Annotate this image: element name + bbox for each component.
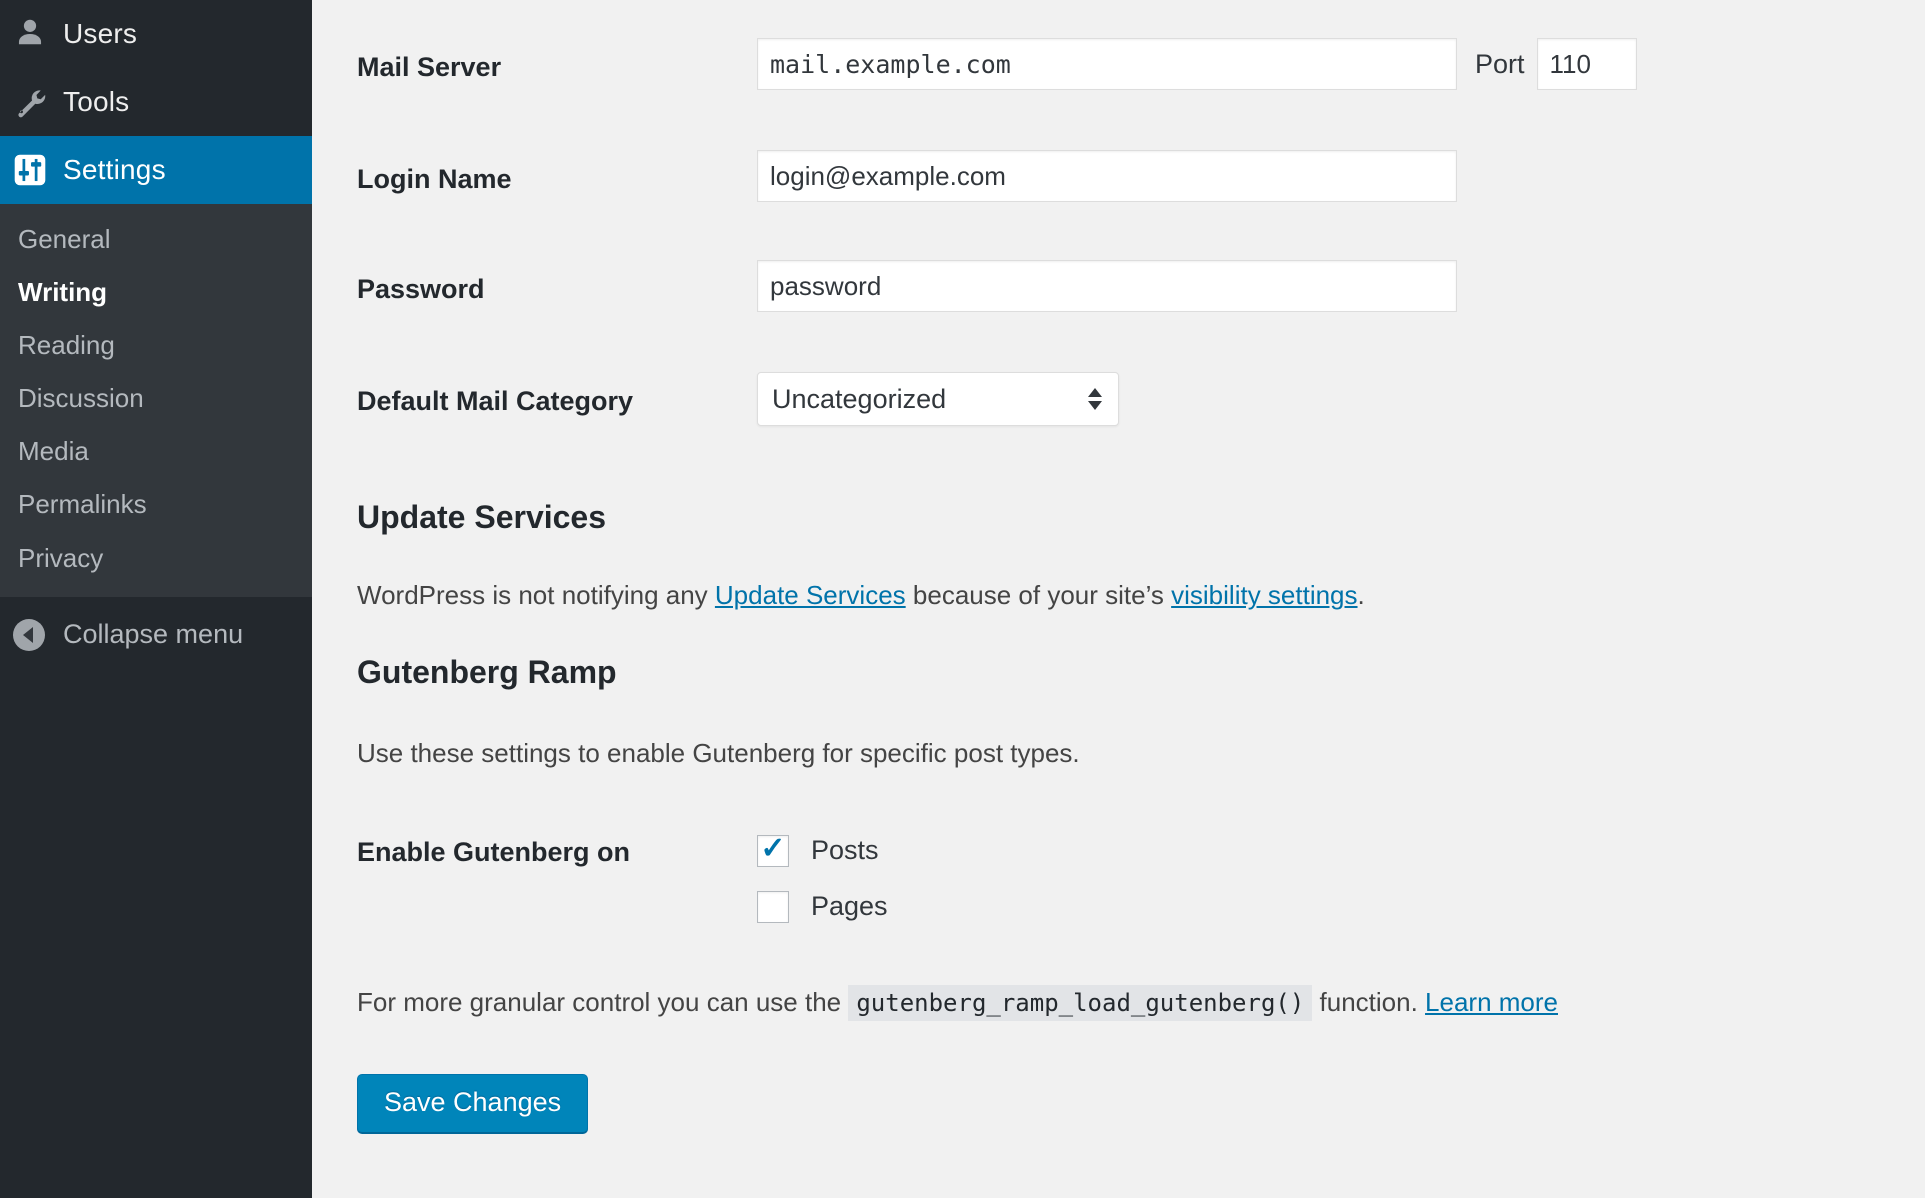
- us-text-middle: because of your site’s: [906, 580, 1171, 610]
- checkbox-posts-label[interactable]: Posts: [811, 835, 879, 866]
- sidebar-item-users[interactable]: Users: [0, 0, 312, 68]
- sidebar-item-media[interactable]: Media: [0, 425, 312, 478]
- default-mail-category-label: Default Mail Category: [357, 372, 757, 417]
- collapse-menu-button[interactable]: Collapse menu: [0, 597, 312, 673]
- sidebar-item-writing[interactable]: Writing: [0, 266, 312, 319]
- granular-control-text: For more granular control you can use th…: [357, 983, 1925, 1022]
- gutenberg-ramp-description: Use these settings to enable Gutenberg f…: [357, 734, 1925, 773]
- save-changes-button[interactable]: Save Changes: [357, 1074, 588, 1133]
- sidebar-item-settings-label: Settings: [63, 154, 166, 186]
- row-default-mail-category: Default Mail Category Uncategorized: [357, 372, 1925, 426]
- row-enable-gutenberg: Enable Gutenberg on ✓ Posts ✓ Pages: [357, 835, 1925, 947]
- checkbox-row-pages: ✓ Pages: [757, 891, 888, 923]
- sidebar-item-users-label: Users: [63, 18, 137, 50]
- sidebar-item-discussion[interactable]: Discussion: [0, 372, 312, 425]
- password-input[interactable]: [757, 260, 1457, 312]
- sidebar-top-menu: Users Tools: [0, 0, 312, 204]
- admin-sidebar: Users Tools: [0, 0, 312, 1198]
- wrench-icon: [13, 85, 63, 119]
- user-icon: [13, 17, 63, 51]
- login-name-label: Login Name: [357, 150, 757, 195]
- settings-submenu: General Writing Reading Discussion Media…: [0, 204, 312, 597]
- settings-writing-content: Mail Server Port Login Name Password Def…: [312, 0, 1925, 1198]
- update-services-link[interactable]: Update Services: [715, 580, 906, 610]
- gutenberg-ramp-function-code: gutenberg_ramp_load_gutenberg(): [848, 985, 1312, 1021]
- check-mark-icon: ✓: [760, 834, 785, 864]
- select-updown-arrows-icon: [1088, 388, 1102, 410]
- us-text-after: .: [1358, 580, 1365, 610]
- sidebar-item-reading[interactable]: Reading: [0, 319, 312, 372]
- sidebar-item-settings[interactable]: Settings: [0, 136, 312, 204]
- checkbox-pages-label[interactable]: Pages: [811, 891, 888, 922]
- mail-server-input[interactable]: [757, 38, 1457, 90]
- password-label: Password: [357, 260, 757, 305]
- login-name-input[interactable]: [757, 150, 1457, 202]
- learn-more-link[interactable]: Learn more: [1425, 987, 1558, 1017]
- collapse-left-arrow-icon: [13, 619, 63, 651]
- mail-server-label: Mail Server: [357, 38, 757, 83]
- checkbox-pages[interactable]: ✓: [757, 891, 789, 923]
- update-services-description: WordPress is not notifying any Update Se…: [357, 576, 1925, 615]
- us-text-before: WordPress is not notifying any: [357, 580, 715, 610]
- enable-gutenberg-label: Enable Gutenberg on: [357, 835, 757, 868]
- row-login-name: Login Name: [357, 150, 1925, 202]
- collapse-menu-label: Collapse menu: [63, 619, 243, 650]
- update-services-heading: Update Services: [357, 498, 1925, 536]
- sidebar-item-tools-label: Tools: [63, 86, 129, 118]
- visibility-settings-link[interactable]: visibility settings: [1171, 580, 1357, 610]
- granular-text-after: function.: [1312, 987, 1425, 1017]
- row-mail-server: Mail Server Port: [357, 38, 1925, 90]
- granular-text-before: For more granular control you can use th…: [357, 987, 848, 1017]
- sidebar-item-privacy[interactable]: Privacy: [0, 532, 312, 585]
- checkbox-posts[interactable]: ✓: [757, 835, 789, 867]
- default-mail-category-selected-value: Uncategorized: [772, 384, 946, 415]
- port-input[interactable]: [1537, 38, 1637, 90]
- sidebar-item-permalinks[interactable]: Permalinks: [0, 478, 312, 531]
- settings-sliders-icon: [13, 153, 63, 187]
- sidebar-item-general[interactable]: General: [0, 213, 312, 266]
- sidebar-item-tools[interactable]: Tools: [0, 68, 312, 136]
- sidebar-filler: [0, 673, 312, 1198]
- port-label: Port: [1475, 49, 1525, 80]
- checkbox-row-posts: ✓ Posts: [757, 835, 879, 867]
- gutenberg-ramp-heading: Gutenberg Ramp: [357, 653, 1925, 691]
- wordpress-admin-screen: Users Tools: [0, 0, 1925, 1198]
- default-mail-category-select[interactable]: Uncategorized: [757, 372, 1119, 426]
- row-password: Password: [357, 260, 1925, 312]
